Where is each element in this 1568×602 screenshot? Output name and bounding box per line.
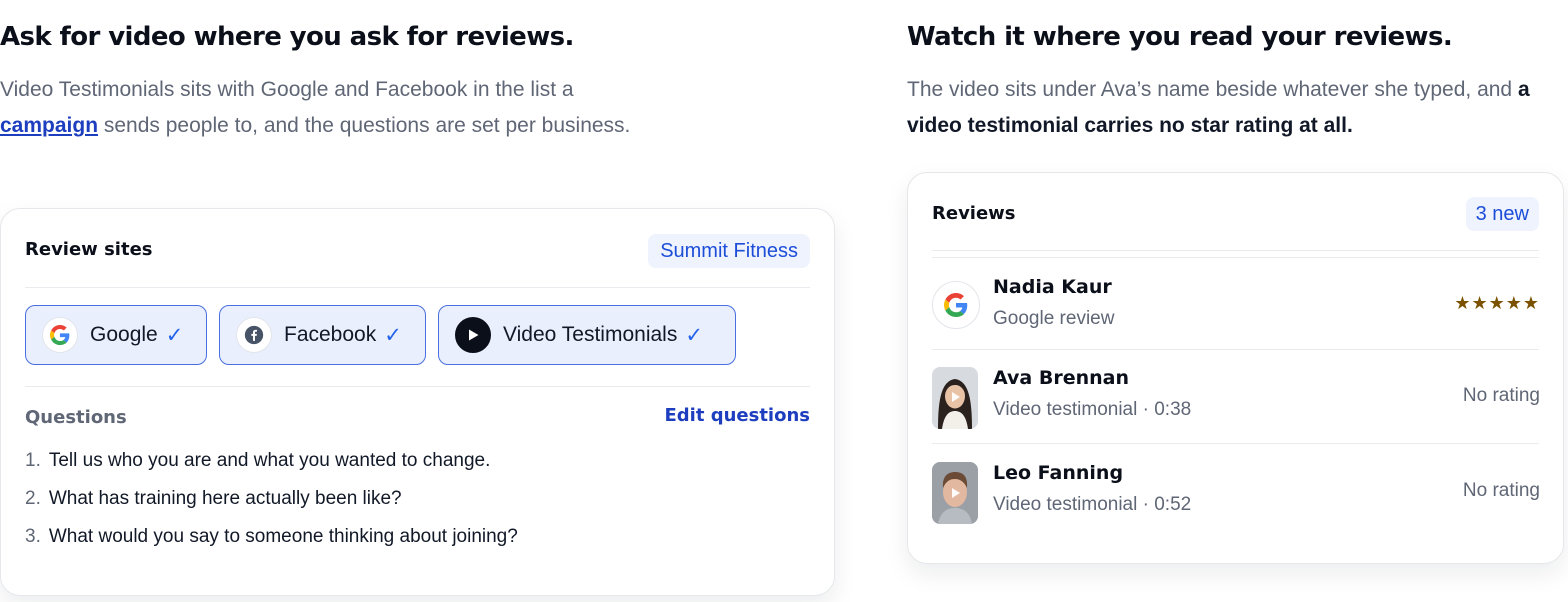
- edit-questions-link[interactable]: Edit questions: [664, 405, 810, 426]
- left-lead: Video Testimonials sits with Google and …: [0, 72, 640, 144]
- question-number: 3.: [25, 526, 41, 547]
- play-icon: [455, 317, 491, 353]
- no-rating-label: No rating: [1462, 385, 1540, 406]
- check-icon: ✓: [685, 323, 703, 347]
- video-thumbnail[interactable]: [932, 462, 978, 524]
- divider: [932, 257, 1539, 258]
- divider: [932, 443, 1539, 444]
- left-lead-text-2: sends people to, and the questions are s…: [98, 114, 631, 137]
- review-sites-title: Review sites: [25, 239, 153, 260]
- site-label-facebook: Facebook: [284, 323, 377, 346]
- left-lead-text-1: Video Testimonials sits with Google and …: [0, 78, 574, 101]
- divider: [932, 250, 1539, 251]
- reviews-card: Reviews 3 new Nadia Kaur Google review ★…: [907, 172, 1564, 564]
- reviews-title: Reviews: [932, 203, 1016, 224]
- check-icon: ✓: [384, 323, 402, 347]
- review-sites-card: Review sites Summit Fitness Google ✓ Fac…: [0, 208, 835, 596]
- divider: [25, 287, 810, 288]
- divider: [25, 386, 810, 387]
- right-lead: The video sits under Ava’s name beside w…: [907, 72, 1567, 144]
- question-item: 1. Tell us who you are and what you wante…: [25, 442, 518, 480]
- reviewer-name: Ava Brennan: [993, 367, 1129, 389]
- no-rating-label: No rating: [1462, 480, 1540, 501]
- site-chip-video-testimonials[interactable]: Video Testimonials ✓: [438, 305, 736, 365]
- reviewer-name: Leo Fanning: [993, 462, 1124, 484]
- site-label-video-testimonials: Video Testimonials: [503, 323, 678, 346]
- site-label-google: Google: [90, 323, 158, 346]
- questions-list: 1. Tell us who you are and what you wante…: [25, 442, 518, 556]
- right-heading: Watch it where you read your reviews.: [907, 22, 1453, 52]
- question-text: Tell us who you are and what you wanted …: [48, 450, 491, 471]
- google-icon: [932, 281, 980, 329]
- question-text: What has training here actually been lik…: [48, 488, 402, 509]
- question-number: 1.: [25, 450, 41, 471]
- reviewer-name: Nadia Kaur: [993, 276, 1112, 298]
- check-icon: ✓: [165, 323, 184, 347]
- facebook-icon: [236, 317, 272, 353]
- right-lead-text: The video sits under Ava’s name beside w…: [907, 78, 1518, 101]
- google-icon: [42, 317, 78, 353]
- left-heading: Ask for video where you ask for reviews.: [0, 22, 574, 52]
- star-rating: ★★★★★: [1454, 293, 1540, 313]
- review-row[interactable]: Leo Fanning Video testimonial · 0:52 No …: [932, 462, 1540, 556]
- question-text: What would you say to someone thinking a…: [48, 526, 518, 547]
- campaign-link[interactable]: campaign: [0, 114, 98, 137]
- site-chip-google[interactable]: Google ✓: [25, 305, 207, 365]
- review-source: Google review: [993, 308, 1115, 329]
- questions-title: Questions: [25, 407, 127, 428]
- question-item: 3. What would you say to someone thinking…: [25, 518, 518, 556]
- site-chip-facebook[interactable]: Facebook ✓: [219, 305, 426, 365]
- review-row[interactable]: Ava Brennan Video testimonial · 0:38 No …: [932, 367, 1540, 461]
- video-thumbnail[interactable]: [932, 367, 978, 429]
- question-number: 2.: [25, 488, 41, 509]
- review-source: Video testimonial · 0:38: [993, 399, 1192, 420]
- new-reviews-badge[interactable]: 3 new: [1465, 197, 1539, 231]
- review-row[interactable]: Nadia Kaur Google review ★★★★★: [932, 276, 1540, 370]
- question-item: 2. What has training here actually been l…: [25, 480, 518, 518]
- review-source: Video testimonial · 0:52: [993, 494, 1192, 515]
- divider: [932, 349, 1539, 350]
- business-selector[interactable]: Summit Fitness: [648, 234, 810, 268]
